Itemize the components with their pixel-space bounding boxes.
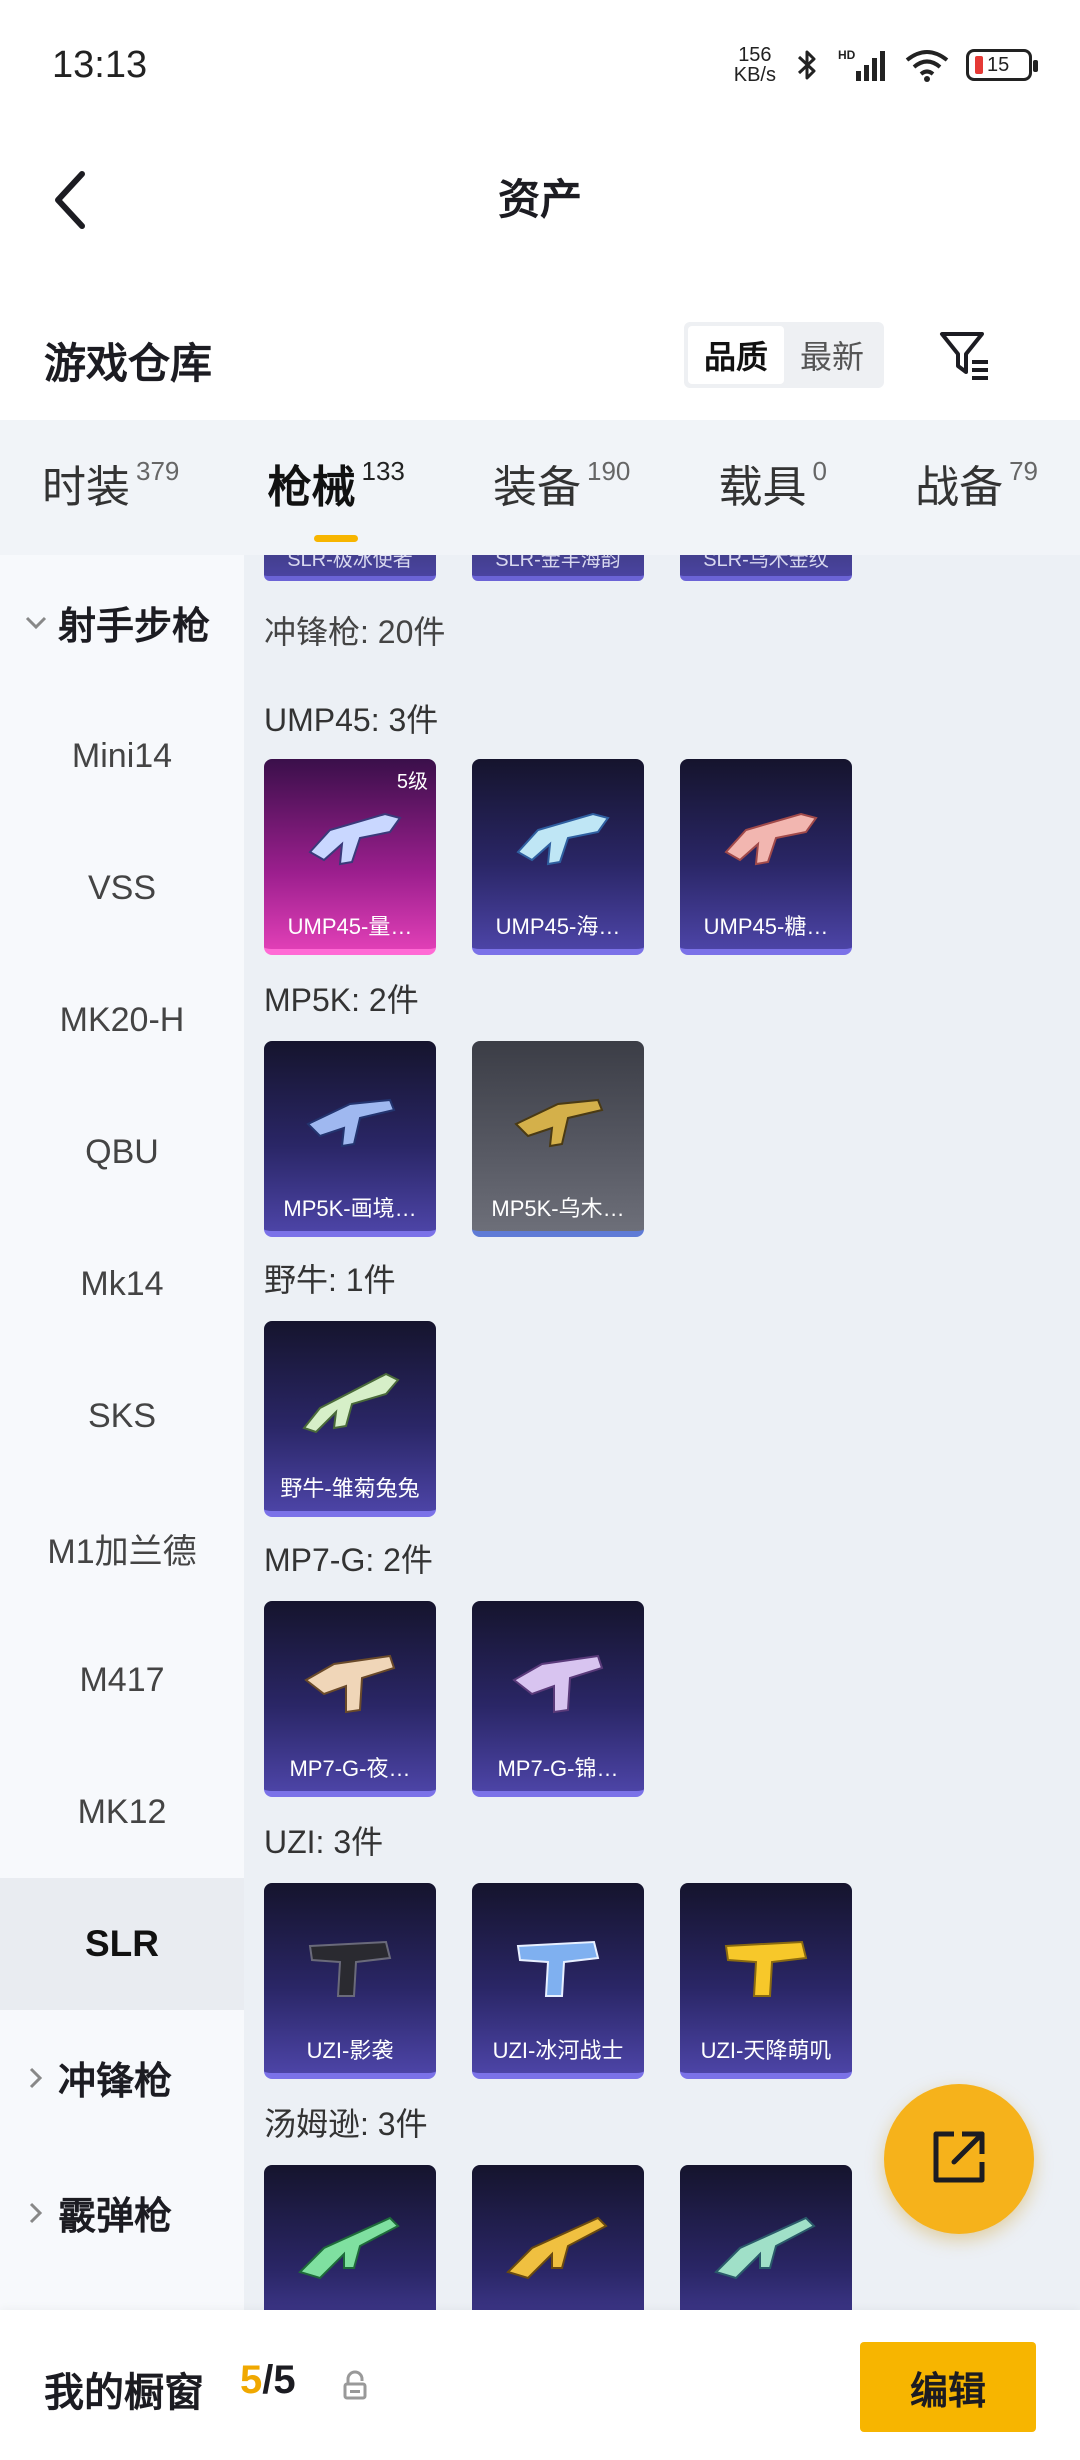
item-card[interactable]: SLR-乌木金纹 (680, 555, 852, 581)
item-card[interactable]: SLR-金羊海韵 (472, 555, 644, 581)
sort-quality-button[interactable]: 品质 (688, 326, 784, 384)
sort-latest-button[interactable]: 最新 (784, 326, 880, 384)
item-card[interactable]: MP7-G-锦… (472, 1601, 644, 1797)
sidebar-group-shotgun[interactable]: 霰弹枪 (0, 2145, 244, 2280)
smg-icon (680, 2183, 852, 2303)
card-row: 5级 UMP45-量… UMP45-海… UMP45-糖… (264, 759, 852, 955)
smg-icon (472, 2183, 644, 2303)
item-card[interactable]: 5级 UMP45-量… (264, 759, 436, 955)
card-row (264, 2165, 852, 2310)
item-card[interactable]: SLR-极冰使者 (264, 555, 436, 581)
bottom-bar: 我的橱窗 5/5 编辑 (0, 2310, 1080, 2460)
card-row: MP7-G-夜… MP7-G-锦… (264, 1601, 644, 1797)
card-row: MP5K-画境… MP5K-乌木… (264, 1041, 644, 1237)
bluetooth-icon (792, 47, 822, 83)
item-card[interactable]: UZI-影袭 (264, 1883, 436, 2079)
item-grid: SLR-极冰使者 SLR-金羊海韵 SLR-乌木金纹 冲锋枪: 20件 UMP4… (244, 555, 1080, 2310)
sidebar-item-sks[interactable]: SKS (0, 1350, 244, 1482)
filter-icon[interactable] (930, 322, 1000, 388)
warehouse-bar: 游戏仓库 品质 最新 (0, 280, 1080, 420)
sort-toggle: 品质 最新 (684, 322, 884, 388)
chevron-right-icon (20, 2202, 52, 2224)
item-card[interactable]: UMP45-糖… (680, 759, 852, 955)
wifi-icon (904, 47, 950, 83)
group-title: MP5K: 2件 (264, 982, 419, 1018)
lock-icon (342, 2370, 368, 2405)
smg-icon (472, 777, 644, 897)
sidebar-item-mk20h[interactable]: MK20-H (0, 954, 244, 1086)
chevron-right-icon (20, 2067, 52, 2089)
group-title: 野牛: 1件 (264, 1262, 396, 1298)
card-row: UZI-影袭 UZI-冰河战士 UZI-天降萌叽 (264, 1883, 852, 2079)
item-card[interactable]: UZI-天降萌叽 (680, 1883, 852, 2079)
share-button[interactable] (884, 2084, 1034, 2234)
status-bar: 13:13 156 KB/s HD 15 (0, 0, 1080, 130)
sidebar-item-slr[interactable]: SLR (0, 1878, 244, 2010)
item-card[interactable]: UZI-冰河战士 (472, 1883, 644, 2079)
item-card[interactable]: MP7-G-夜… (264, 1601, 436, 1797)
group-title: UZI: 3件 (264, 1824, 384, 1860)
item-card[interactable]: UMP45-海… (472, 759, 644, 955)
sidebar-group-marksman[interactable]: 射手步枪 (0, 555, 244, 690)
item-card[interactable] (472, 2165, 644, 2310)
group-title: 汤姆逊: 3件 (264, 2106, 428, 2142)
smg-icon (264, 777, 436, 897)
item-card[interactable]: 野牛-雏菊兔兔 (264, 1321, 436, 1517)
warehouse-title: 游戏仓库 (44, 340, 213, 387)
smg-icon (264, 1619, 436, 1739)
share-external-icon (928, 2126, 990, 2193)
item-card[interactable] (680, 2165, 852, 2310)
smg-icon (472, 1901, 644, 2021)
edit-button[interactable]: 编辑 (860, 2342, 1036, 2432)
sidebar-item-mk12[interactable]: MK12 (0, 1746, 244, 1878)
battery-icon: 15 (966, 49, 1038, 81)
section-title-smg: 冲锋枪: 20件 (264, 614, 446, 650)
hd-signal-icon: HD (838, 47, 888, 83)
smg-icon (264, 1901, 436, 2021)
smg-icon (264, 2183, 436, 2303)
card-row: 野牛-雏菊兔兔 (264, 1321, 436, 1517)
smg-icon (680, 1901, 852, 2021)
status-time: 13:13 (52, 44, 148, 86)
smg-icon (680, 777, 852, 897)
partial-card-row: SLR-极冰使者 SLR-金羊海韵 SLR-乌木金纹 (264, 555, 852, 581)
tab-fashion[interactable]: 时装 379 (42, 448, 179, 528)
smg-icon (472, 1619, 644, 1739)
tab-equipment[interactable]: 装备 190 (493, 448, 630, 528)
page-title: 资产 (497, 176, 582, 223)
sidebar-item-mk14[interactable]: Mk14 (0, 1218, 244, 1350)
showcase-label: 我的橱窗 (44, 2371, 204, 2415)
svg-text:HD: HD (838, 48, 856, 62)
item-card[interactable]: MP5K-画境… (264, 1041, 436, 1237)
smg-icon (472, 1059, 644, 1179)
sidebar-item-qbu[interactable]: QBU (0, 1086, 244, 1218)
status-icons: 156 KB/s HD 15 (733, 40, 1038, 90)
sidebar-item-mini14[interactable]: Mini14 (0, 690, 244, 822)
item-card[interactable]: MP5K-乌木… (472, 1041, 644, 1237)
net-speed: 156 KB/s (733, 44, 776, 86)
smg-icon (264, 1059, 436, 1179)
sidebar-group-smg[interactable]: 冲锋枪 (0, 2010, 244, 2145)
sidebar-item-vss[interactable]: VSS (0, 822, 244, 954)
tab-firearms[interactable]: 枪械 133 (268, 448, 405, 542)
page-header: 资产 (0, 130, 1080, 280)
tab-gear[interactable]: 战备 79 (915, 448, 1038, 528)
sidebar-item-m417[interactable]: M417 (0, 1614, 244, 1746)
category-tabs: 时装 379 枪械 133 装备 190 载具 0 战备 79 (0, 420, 1080, 555)
item-card[interactable] (264, 2165, 436, 2310)
active-tab-indicator (313, 534, 358, 542)
chevron-down-icon (20, 616, 52, 630)
group-title: MP7-G: 2件 (264, 1542, 433, 1578)
showcase-count: 5/5 (240, 2358, 296, 2402)
smg-icon (264, 1339, 436, 1459)
sidebar-item-m1garand[interactable]: M1加兰德 (0, 1482, 244, 1614)
tab-vehicles[interactable]: 载具 0 (719, 448, 827, 528)
group-title: UMP45: 3件 (264, 702, 439, 738)
weapon-sidebar: 射手步枪 Mini14 VSS MK20-H QBU Mk14 SKS M1加兰… (0, 555, 244, 2310)
